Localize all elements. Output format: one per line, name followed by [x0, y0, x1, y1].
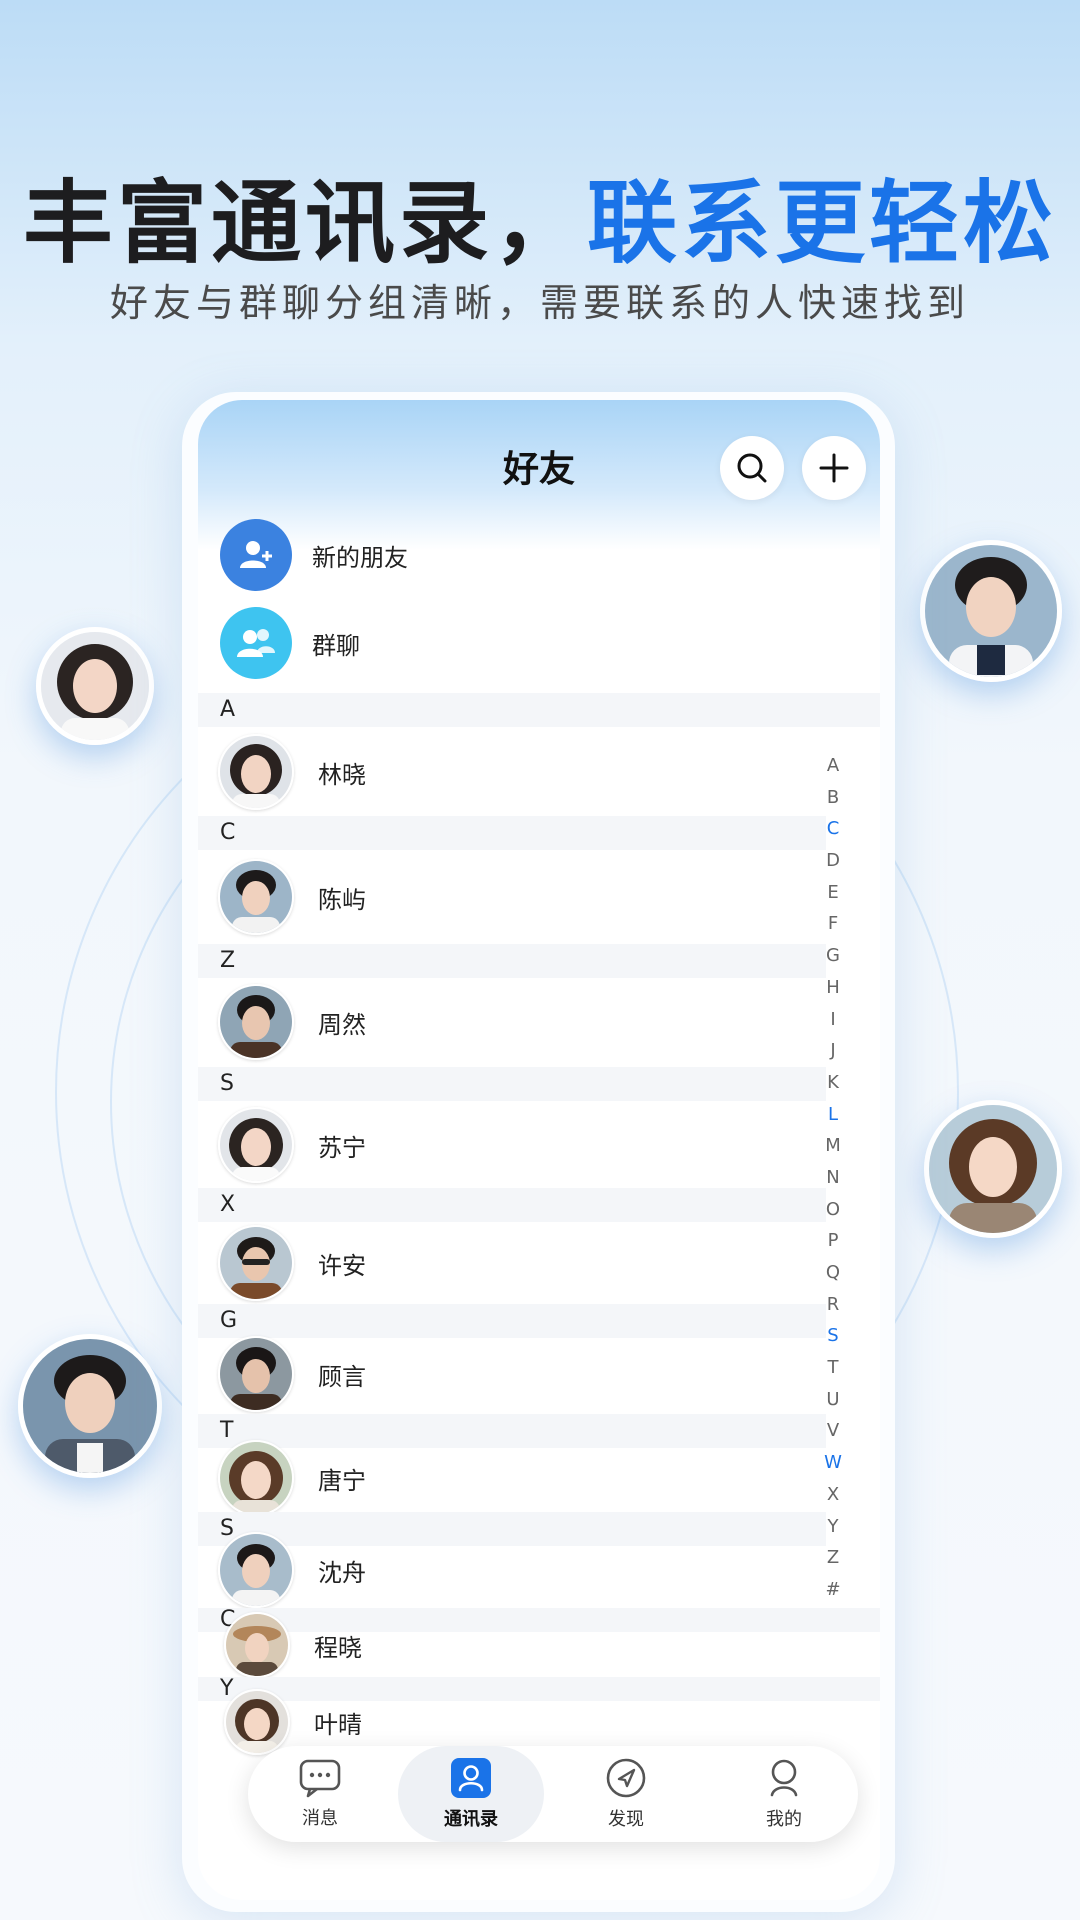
section-header: A: [198, 693, 880, 727]
contact-name: 叶晴: [314, 1710, 362, 1739]
tab-label: 发现: [608, 1809, 644, 1830]
contact-name: 许安: [318, 1251, 366, 1280]
index-letter[interactable]: U: [826, 1384, 839, 1416]
phone-mockup: 好友 新的朋友 群聊 A 林晓 C 陈屿 Z 周然 S 苏宁 X 许安 G 顾言…: [182, 392, 895, 1912]
contact-item[interactable]: 林晓: [198, 730, 826, 814]
index-letter[interactable]: I: [830, 1004, 835, 1036]
new-friends-item[interactable]: 新的朋友: [198, 515, 880, 595]
headline-blue: 联系更轻松: [587, 171, 1057, 276]
tab-label: 我的: [766, 1809, 802, 1830]
index-letter[interactable]: X: [827, 1479, 839, 1511]
index-letter[interactable]: Z: [827, 1542, 839, 1574]
index-letter[interactable]: D: [826, 845, 840, 877]
contact-name: 林晓: [318, 760, 366, 789]
section-header: Z: [198, 944, 826, 978]
contact-item[interactable]: 陈屿: [198, 855, 826, 939]
contact-name: 沈舟: [318, 1558, 366, 1587]
index-letter[interactable]: M: [825, 1130, 841, 1162]
plus-icon: [818, 452, 850, 484]
tab-label: 消息: [302, 1808, 338, 1829]
contact-item[interactable]: 顾言: [198, 1332, 826, 1416]
tab-messages[interactable]: 消息: [250, 1746, 390, 1842]
index-letter[interactable]: L: [828, 1099, 838, 1131]
floating-avatar-male-right-top: [920, 540, 1062, 682]
add-button[interactable]: [802, 436, 866, 500]
section-header: S: [198, 1067, 826, 1101]
index-letter[interactable]: O: [826, 1194, 840, 1226]
add-user-icon: [220, 519, 292, 591]
contact-name: 程晓: [314, 1633, 362, 1662]
index-letter[interactable]: Y: [828, 1511, 839, 1543]
avatar: [218, 1336, 294, 1412]
subheadline: 好友与群聊分组清晰，需要联系的人快速找到: [109, 281, 970, 325]
group-icon: [220, 607, 292, 679]
contact-name: 周然: [318, 1010, 366, 1039]
avatar: [218, 1225, 294, 1301]
index-letter[interactable]: G: [826, 940, 840, 972]
index-letter[interactable]: P: [828, 1225, 839, 1257]
group-chat-label: 群聊: [312, 631, 360, 660]
alphabet-index[interactable]: A B C D E F G H I J K L M N O P Q R S T U V W X Y Z #: [818, 750, 848, 1606]
section-header: C: [198, 816, 826, 850]
contact-item[interactable]: 沈舟: [198, 1528, 826, 1612]
contact-name: 陈屿: [318, 885, 366, 914]
index-letter[interactable]: C: [827, 813, 840, 845]
group-chat-item[interactable]: 群聊: [198, 603, 880, 683]
headline-dark: 丰富通讯录，: [23, 171, 587, 276]
avatar: [224, 1612, 290, 1678]
floating-avatar-female-left: [36, 627, 154, 745]
tab-discover[interactable]: 发现: [556, 1746, 696, 1842]
contact-item[interactable]: 程晓: [198, 1610, 826, 1680]
chat-icon: [298, 1758, 342, 1798]
avatar: [218, 1532, 294, 1608]
tab-label: 通讯录: [444, 1809, 498, 1830]
index-letter[interactable]: R: [827, 1289, 840, 1321]
index-letter[interactable]: J: [830, 1035, 835, 1067]
avatar: [218, 1440, 294, 1516]
tab-profile[interactable]: 我的: [714, 1746, 854, 1842]
search-icon: [735, 451, 769, 485]
contact-name: 唐宁: [318, 1466, 366, 1495]
headline: 丰富通讯录，联系更轻松: [0, 150, 1080, 280]
search-button[interactable]: [720, 436, 784, 500]
index-letter[interactable]: B: [827, 782, 839, 814]
index-letter[interactable]: K: [827, 1067, 839, 1099]
index-letter[interactable]: S: [827, 1320, 838, 1352]
contact-name: 顾言: [318, 1362, 366, 1391]
contact-item[interactable]: 苏宁: [198, 1103, 826, 1187]
index-letter[interactable]: H: [826, 972, 840, 1004]
contact-item[interactable]: 周然: [198, 980, 826, 1064]
new-friends-label: 新的朋友: [312, 543, 408, 572]
avatar: [218, 1107, 294, 1183]
floating-avatar-female-right: [924, 1100, 1062, 1238]
index-letter[interactable]: T: [828, 1352, 839, 1384]
contact-name: 苏宁: [318, 1133, 366, 1162]
contacts-icon: [449, 1757, 493, 1799]
index-letter[interactable]: N: [826, 1162, 839, 1194]
index-letter[interactable]: W: [824, 1447, 842, 1479]
avatar: [218, 859, 294, 935]
avatar: [218, 984, 294, 1060]
avatar: [218, 734, 294, 810]
index-letter[interactable]: E: [827, 877, 838, 909]
section-header: X: [198, 1188, 826, 1222]
bottom-tab-bar: 消息 通讯录 发现 我的: [248, 1746, 858, 1842]
tab-contacts[interactable]: 通讯录: [398, 1746, 544, 1842]
floating-avatar-male-left: [18, 1334, 162, 1478]
index-letter[interactable]: #: [825, 1574, 840, 1606]
compass-icon: [605, 1757, 647, 1799]
contacts-screen: 好友 新的朋友 群聊 A 林晓 C 陈屿 Z 周然 S 苏宁 X 许安 G 顾言…: [198, 400, 880, 1900]
index-letter[interactable]: Q: [826, 1257, 840, 1289]
contact-item[interactable]: 许安: [198, 1221, 826, 1305]
contact-item[interactable]: 唐宁: [198, 1436, 826, 1520]
index-letter[interactable]: V: [827, 1415, 839, 1447]
index-letter[interactable]: F: [828, 908, 838, 940]
profile-icon: [764, 1757, 804, 1799]
index-letter[interactable]: A: [827, 750, 839, 782]
